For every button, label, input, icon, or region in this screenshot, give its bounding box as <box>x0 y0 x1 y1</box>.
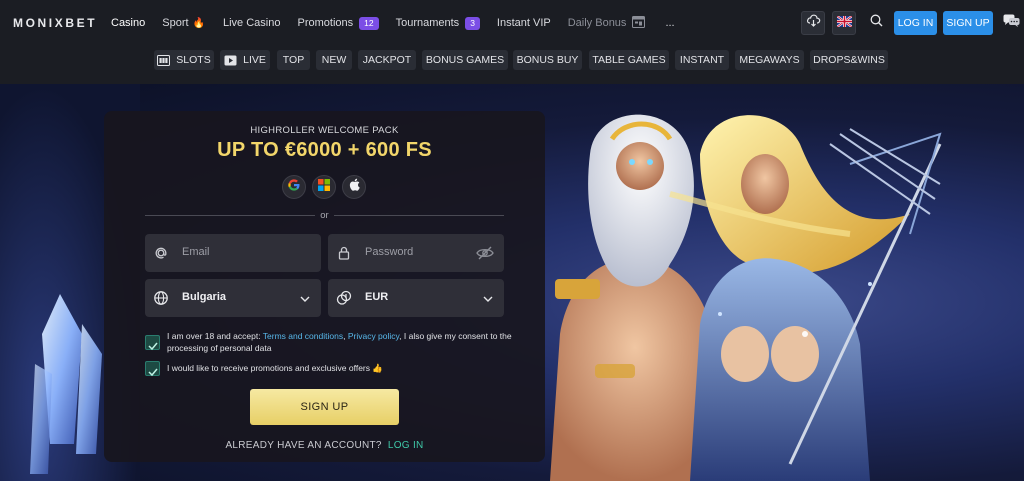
category-table-games[interactable]: TABLE GAMES <box>589 50 669 70</box>
lock-icon <box>336 245 352 261</box>
email-placeholder: Email <box>182 246 210 258</box>
tournaments-count-badge: 3 <box>465 16 480 30</box>
nav-item-tournaments[interactable]: Tournaments 3 <box>395 16 480 30</box>
nav-label: Tournaments <box>395 17 460 29</box>
country-select[interactable]: Bulgaria <box>145 279 321 317</box>
category-new[interactable]: NEW <box>316 50 352 70</box>
terms-checkbox[interactable] <box>145 335 160 351</box>
promotions-count-badge: 12 <box>359 16 379 30</box>
header-signup-button[interactable]: SIGN UP <box>943 11 993 35</box>
live-play-icon <box>224 55 237 66</box>
language-selector[interactable] <box>832 11 856 35</box>
have-account-text: ALREADY HAVE AN ACCOUNT? <box>225 440 382 451</box>
promotions-consent-text: I would like to receive promotions and e… <box>167 363 383 373</box>
signup-card: HIGHROLLER WELCOME PACK UP TO €6000 + 60… <box>104 111 545 462</box>
checkmark-icon <box>148 364 158 382</box>
search-button[interactable] <box>866 11 886 35</box>
top-navigation-bar: MONIXBET Casino Sport 🔥 Live Casino Prom… <box>0 0 1024 46</box>
nav-label: Promotions <box>297 17 354 29</box>
apple-signin-button[interactable] <box>342 175 366 199</box>
coins-icon <box>336 290 352 306</box>
nav-label: Live Casino <box>223 17 281 29</box>
password-placeholder: Password <box>365 246 414 258</box>
nav-label: Casino <box>111 17 146 29</box>
search-icon <box>870 14 883 32</box>
welcome-pack-title: HIGHROLLER WELCOME PACK <box>250 125 399 136</box>
nav-item-casino[interactable]: Casino <box>111 17 145 29</box>
slot-machine-icon <box>157 54 171 66</box>
nav-label: ... <box>665 17 675 29</box>
microsoft-icon <box>318 178 330 196</box>
apple-icon <box>349 178 360 196</box>
currency-value: EUR <box>365 291 389 303</box>
chevron-down-icon <box>299 292 311 304</box>
login-link[interactable]: LOG IN <box>388 440 424 451</box>
chat-icon <box>1003 14 1020 33</box>
checkmark-icon <box>148 338 158 356</box>
password-field[interactable]: Password <box>328 234 504 272</box>
nav-item-live-casino[interactable]: Live Casino <box>223 17 280 29</box>
brand-logo[interactable]: MONIXBET <box>13 16 97 30</box>
category-label: SLOTS <box>176 54 211 66</box>
already-have-account: ALREADY HAVE AN ACCOUNT? LOG IN <box>104 440 545 451</box>
google-signin-button[interactable] <box>282 175 306 199</box>
main-nav: Casino Sport 🔥 Live Casino Promotions 12… <box>111 0 675 46</box>
hide-password-icon[interactable] <box>476 246 494 265</box>
category-bonus-games[interactable]: BONUS GAMES <box>422 50 508 70</box>
welcome-offer: UP TO €6000 + 600 FS <box>217 139 432 161</box>
category-instant[interactable]: INSTANT <box>675 50 729 70</box>
nav-item-instant-vip[interactable]: Instant VIP <box>497 17 551 29</box>
nav-item-promotions[interactable]: Promotions 12 <box>297 16 379 30</box>
fire-icon: 🔥 <box>192 17 205 29</box>
header-login-button[interactable]: LOG IN <box>894 11 937 35</box>
chat-button[interactable] <box>1000 11 1022 35</box>
terms-link[interactable]: Terms and conditions <box>263 331 343 341</box>
at-sign-icon <box>153 245 169 261</box>
nav-more[interactable]: ... <box>665 17 674 29</box>
cloud-download-icon <box>806 14 821 32</box>
nav-item-sport[interactable]: Sport 🔥 <box>162 17 205 29</box>
nav-item-daily-bonus[interactable]: Daily Bonus <box>568 15 646 31</box>
category-megaways[interactable]: MEGAWAYS <box>735 50 804 70</box>
terms-consent-text: I am over 18 and accept: Terms and condi… <box>167 331 517 354</box>
divider-right <box>334 215 504 216</box>
bonus-calendar-icon <box>632 15 646 31</box>
country-value: Bulgaria <box>182 291 227 303</box>
hero-banner: HIGHROLLER WELCOME PACK UP TO €6000 + 60… <box>0 84 1024 481</box>
promotions-checkbox[interactable] <box>145 361 160 377</box>
category-slots[interactable]: SLOTS <box>154 50 214 70</box>
nav-label: Daily Bonus <box>567 17 627 29</box>
uk-flag-icon <box>835 14 853 32</box>
microsoft-signin-button[interactable] <box>312 175 336 199</box>
signup-submit-button[interactable]: SIGN UP <box>250 389 399 425</box>
category-jackpot[interactable]: JACKPOT <box>358 50 416 70</box>
nav-label: Instant VIP <box>496 17 551 29</box>
google-icon <box>288 178 300 196</box>
consent-prefix: I am over 18 and accept: <box>167 331 263 341</box>
nav-label: Sport <box>162 17 189 29</box>
privacy-policy-link[interactable]: Privacy policy <box>348 331 399 341</box>
category-label: LIVE <box>243 54 266 66</box>
download-app-button[interactable] <box>801 11 825 35</box>
game-category-bar: SLOTS LIVE TOP NEW JACKPOT BONUS GAMES B… <box>0 46 1024 84</box>
globe-icon <box>153 290 169 306</box>
category-drops-wins[interactable]: DROPS&WINS <box>810 50 888 70</box>
chevron-down-icon <box>482 292 494 304</box>
category-live[interactable]: LIVE <box>220 50 270 70</box>
category-top[interactable]: TOP <box>277 50 310 70</box>
email-field[interactable]: Email <box>145 234 321 272</box>
zeus-and-archer-illustration <box>550 114 942 481</box>
currency-select[interactable]: EUR <box>328 279 504 317</box>
category-bonus-buy[interactable]: BONUS BUY <box>513 50 582 70</box>
